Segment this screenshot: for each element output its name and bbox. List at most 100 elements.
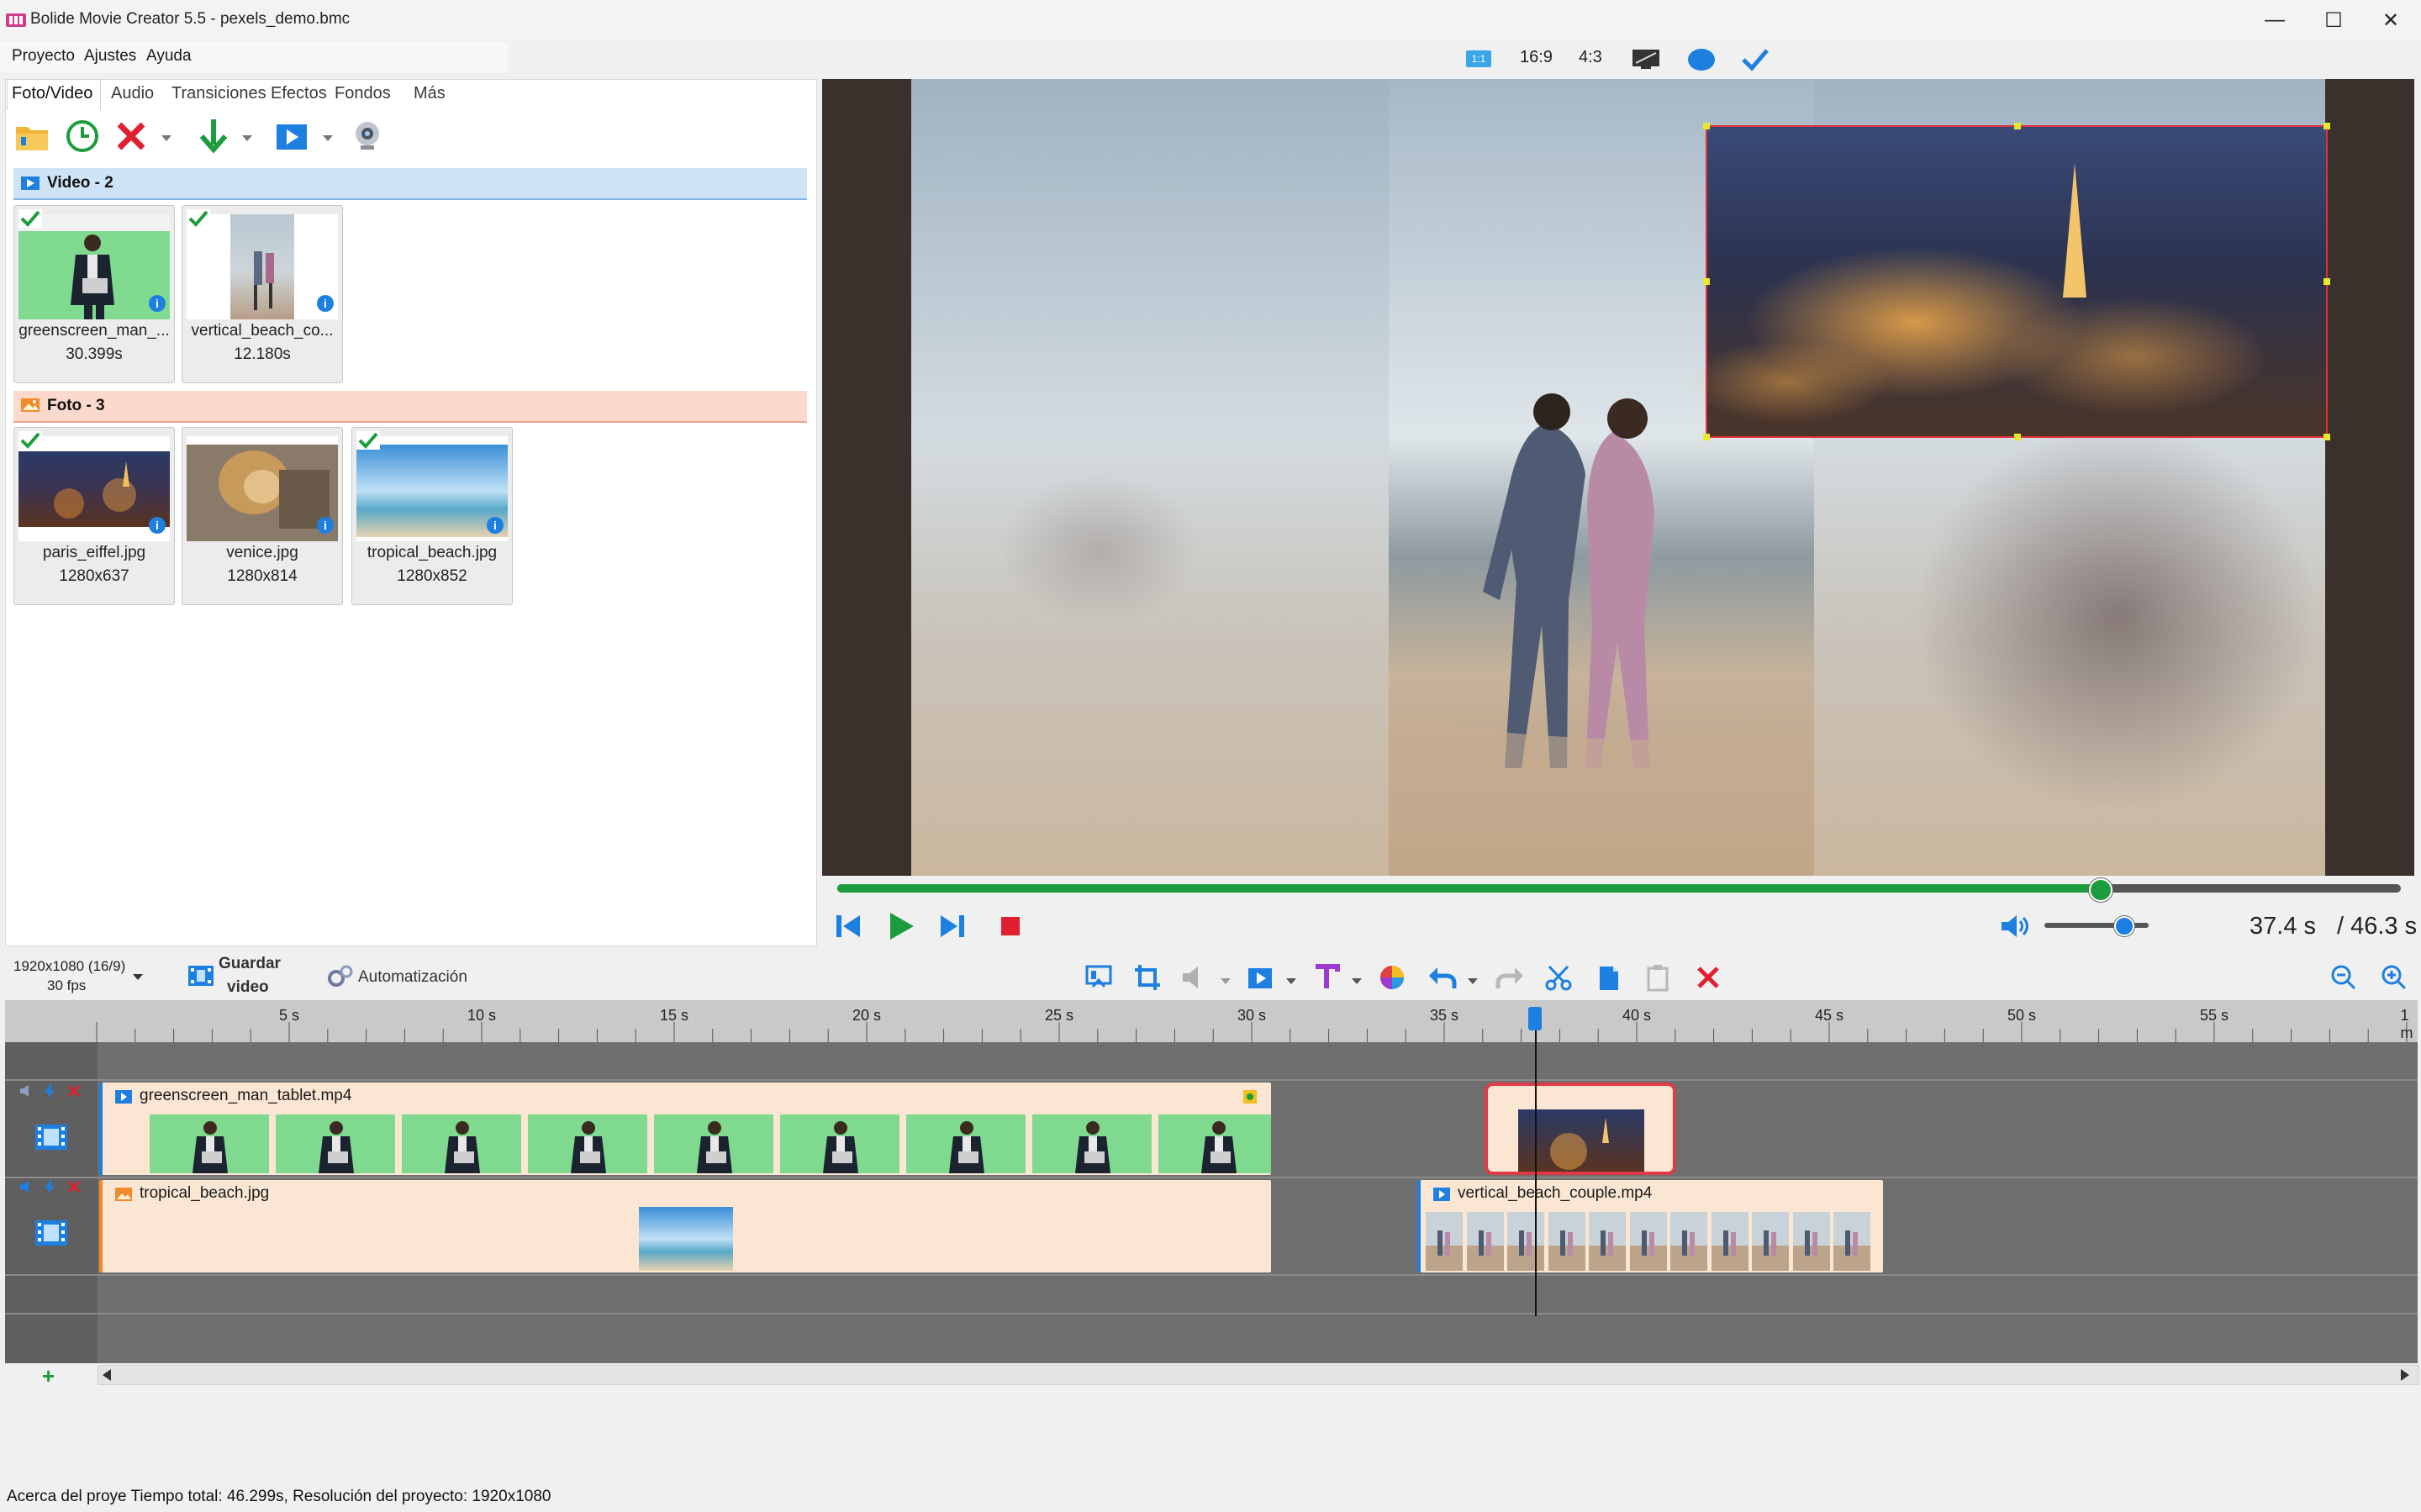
import-dropdown-chevron-icon[interactable] [242, 131, 252, 146]
save-video-label-2[interactable]: video [227, 978, 269, 997]
photo-group-header[interactable]: Foto - 3 [13, 391, 807, 423]
info-icon[interactable]: i [149, 295, 166, 312]
track2-mute-icon[interactable] [18, 1180, 34, 1198]
media-item-tropical-beach[interactable]: i tropical_beach.jpg 1280x852 [351, 427, 513, 605]
recent-clock-icon[interactable] [64, 118, 101, 155]
open-folder-icon[interactable] [13, 118, 50, 155]
timeline-clip-greenscreen[interactable]: greenscreen_man_tablet.mp4 [99, 1083, 1271, 1175]
playhead-handle[interactable] [1528, 1007, 1542, 1030]
stop-icon[interactable] [994, 909, 1027, 943]
play-icon[interactable] [884, 909, 918, 943]
playback-progress-handle[interactable] [2089, 878, 2113, 902]
mute-icon[interactable] [1179, 961, 1212, 994]
copy-icon[interactable] [1592, 961, 1626, 994]
next-frame-icon[interactable] [935, 909, 968, 943]
track2-delete-icon[interactable] [67, 1180, 81, 1198]
menu-ayuda[interactable]: Ayuda [146, 47, 192, 66]
close-window-button[interactable]: ✕ [2362, 0, 2419, 40]
selected-check-icon[interactable] [187, 209, 210, 228]
timeline-clip-vertical-beach[interactable]: vertical_beach_couple.mp4 [1417, 1180, 1883, 1272]
save-video-icon[interactable] [187, 963, 215, 993]
track1-lock-icon[interactable] [42, 1084, 57, 1104]
zoom-out-icon[interactable] [2327, 961, 2360, 994]
menu-ajustes[interactable]: Ajustes [84, 47, 136, 66]
aspect-43-button[interactable]: 4:3 [1579, 48, 1602, 67]
track1-delete-icon[interactable] [67, 1084, 81, 1102]
aspect-169-button[interactable]: 16:9 [1520, 48, 1553, 67]
selected-check-icon[interactable] [356, 431, 380, 450]
undo-dropdown-chevron-icon[interactable] [1468, 974, 1478, 989]
text-title-icon[interactable] [1310, 961, 1343, 994]
info-icon[interactable]: i [149, 517, 166, 534]
track2-lock-icon[interactable] [42, 1180, 57, 1199]
ruler-label-1m: 1 m [2400, 1007, 2413, 1041]
media-item-paris[interactable]: i paris_eiffel.jpg 1280x637 [13, 427, 175, 605]
ruler-label-25s: 25 s [1044, 1007, 1074, 1024]
ruler-label-55s: 55 s [2199, 1007, 2229, 1024]
save-video-label-1[interactable]: Guardar [219, 955, 281, 973]
timeline-ruler[interactable]: 5 s 10 s 15 s 20 s 25 s 30 s 35 s 40 s 4… [5, 1000, 2418, 1042]
automation-gears-icon[interactable] [326, 963, 355, 993]
info-icon[interactable]: i [317, 517, 334, 534]
project-resolution[interactable]: 1920x1080 (16/9) [13, 958, 125, 975]
timeline-clip-paris-selected[interactable] [1485, 1083, 1676, 1175]
tab-audio[interactable]: Audio [111, 84, 154, 103]
color-wheel-icon[interactable] [1375, 961, 1409, 994]
automation-button[interactable]: Automatización [358, 968, 467, 987]
add-track-button[interactable]: + [42, 1363, 55, 1389]
confirm-check-icon[interactable] [1740, 47, 1770, 76]
selected-check-icon[interactable] [18, 431, 42, 450]
maximize-button[interactable]: ☐ [2305, 0, 2362, 40]
redo-icon[interactable] [1493, 961, 1527, 994]
info-icon[interactable]: i [487, 517, 504, 534]
paste-icon[interactable] [1641, 961, 1675, 994]
video-group-header[interactable]: Video - 2 [13, 168, 807, 200]
delete-dropdown-chevron-icon[interactable] [161, 131, 171, 146]
media-item-venice[interactable]: i venice.jpg 1280x814 [182, 427, 343, 605]
webcam-icon[interactable] [348, 118, 385, 155]
volume-slider-handle[interactable] [2114, 916, 2134, 936]
scroll-right-icon[interactable] [2401, 1369, 2411, 1385]
tab-mas[interactable]: Más [414, 84, 446, 103]
scroll-left-icon[interactable] [103, 1369, 113, 1385]
tab-fondos[interactable]: Fondos [335, 84, 391, 103]
selected-check-icon[interactable] [18, 209, 42, 228]
info-icon[interactable]: i [317, 295, 334, 312]
text-dropdown-chevron-icon[interactable] [1352, 974, 1362, 989]
volume-icon[interactable] [1997, 909, 2031, 943]
delete-clip-icon[interactable] [1691, 961, 1725, 994]
delete-icon[interactable] [113, 118, 150, 155]
timeline-clip-tropical-beach[interactable]: tropical_beach.jpg [99, 1180, 1271, 1272]
media-item-vertical-beach[interactable]: i vertical_beach_co... 12.180s [182, 205, 343, 383]
video-effects-dropdown-chevron-icon[interactable] [1286, 974, 1296, 989]
zoom-in-icon[interactable] [2377, 961, 2411, 994]
minimize-button[interactable]: — [2246, 0, 2303, 40]
timeline-playhead[interactable] [1535, 1009, 1537, 1316]
tab-foto-video[interactable]: Foto/Video [12, 84, 92, 103]
background-color-icon[interactable] [1686, 47, 1717, 76]
timeline-horizontal-scrollbar[interactable] [98, 1365, 2419, 1385]
fullscreen-monitor-icon[interactable] [1631, 47, 1661, 75]
add-video-dropdown-chevron-icon[interactable] [323, 131, 333, 146]
split-screen-icon[interactable] [1083, 961, 1116, 994]
tab-transiciones[interactable]: Transiciones [171, 84, 266, 103]
undo-icon[interactable] [1426, 961, 1459, 994]
add-video-icon[interactable] [274, 118, 311, 155]
resolution-dropdown-chevron-icon[interactable] [133, 970, 143, 985]
vertical-beach-frame [1629, 1212, 1667, 1271]
track1-mute-icon[interactable] [18, 1084, 34, 1102]
app-logo-icon [5, 12, 27, 29]
cut-scissors-icon[interactable] [1542, 961, 1575, 994]
video-group-label: Video - 2 [47, 174, 113, 192]
greenscreen-frame [402, 1114, 521, 1173]
tab-efectos[interactable]: Efectos [271, 84, 327, 103]
previous-frame-icon[interactable] [832, 909, 866, 943]
media-item-greenscreen[interactable]: i greenscreen_man_... 30.399s [13, 205, 175, 383]
video-preview[interactable] [822, 79, 2414, 876]
menu-proyecto[interactable]: Proyecto [12, 47, 75, 66]
import-arrow-icon[interactable] [195, 118, 232, 155]
mute-dropdown-chevron-icon[interactable] [1221, 974, 1231, 989]
aspect-11-button[interactable]: 1:1 [1466, 50, 1491, 67]
crop-icon[interactable] [1131, 961, 1165, 994]
video-effects-icon[interactable] [1244, 961, 1278, 994]
